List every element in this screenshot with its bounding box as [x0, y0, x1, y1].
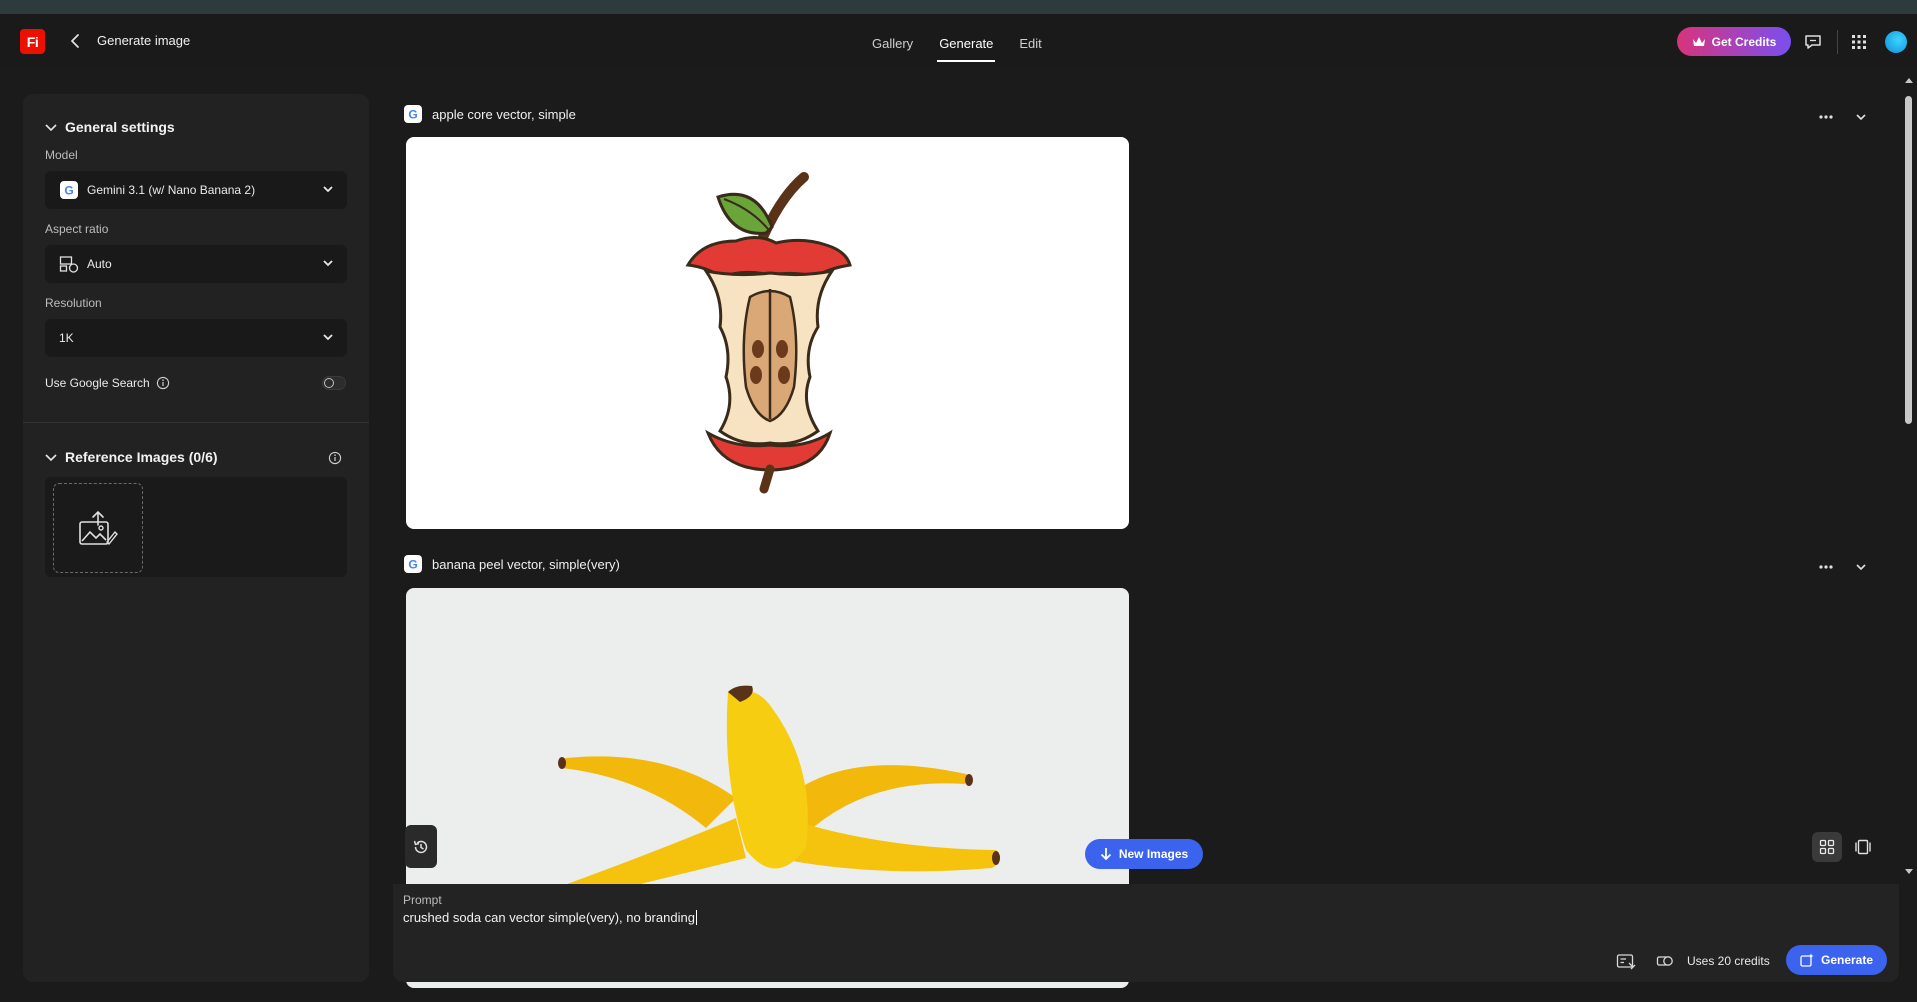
- chevron-down-icon: [45, 124, 57, 132]
- generate-button[interactable]: Generate: [1786, 945, 1887, 975]
- main-tabs: Gallery Generate Edit: [870, 14, 1044, 68]
- scroll-down-arrow-icon[interactable]: [1904, 868, 1914, 876]
- tab-gallery[interactable]: Gallery: [870, 14, 915, 68]
- aspect-ratio-value: Auto: [87, 257, 112, 271]
- reference-images-title: Reference Images (0/6): [65, 449, 218, 465]
- grid-view-icon: [1819, 839, 1835, 855]
- result-prompt: banana peel vector, simple(very): [432, 556, 620, 572]
- resolution-label: Resolution: [45, 296, 102, 310]
- get-credits-button[interactable]: Get Credits: [1677, 27, 1791, 56]
- reference-images-header[interactable]: Reference Images (0/6): [45, 449, 218, 465]
- history-button[interactable]: [405, 825, 437, 868]
- more-options-icon[interactable]: [1818, 564, 1834, 570]
- model-label: Model: [45, 148, 78, 162]
- aspect-ratio-label: Aspect ratio: [45, 222, 109, 236]
- results-scrollbar[interactable]: [1902, 72, 1915, 884]
- app-header: Fi Generate image Gallery Generate Edit …: [0, 14, 1917, 68]
- prompt-suggestions-icon[interactable]: [1616, 953, 1636, 971]
- single-view-icon[interactable]: [1854, 838, 1872, 856]
- generate-sparkle-icon: [1800, 953, 1814, 967]
- generated-image-apple-core[interactable]: [406, 137, 1129, 529]
- back-chevron-icon[interactable]: [68, 30, 84, 52]
- svg-text:G: G: [408, 558, 417, 572]
- get-credits-label: Get Credits: [1711, 34, 1777, 49]
- chevron-down-icon[interactable]: [1854, 560, 1868, 574]
- window-top-strip: [0, 0, 1917, 14]
- section-divider: [23, 422, 369, 423]
- google-search-label: Use Google Search: [45, 376, 150, 390]
- google-icon: G: [404, 555, 422, 573]
- settings-panel: General settings Model G Gemini 3.1 (w/ …: [23, 94, 369, 982]
- firefly-logo[interactable]: Fi: [20, 29, 45, 54]
- crown-icon: [1692, 36, 1705, 46]
- google-icon: G: [59, 180, 79, 200]
- result-header: G apple core vector, simple: [404, 105, 576, 123]
- new-images-label: New Images: [1118, 847, 1189, 861]
- apps-grid-icon[interactable]: [1849, 32, 1869, 52]
- google-search-row: Use Google Search: [45, 376, 170, 390]
- chevron-down-icon: [323, 186, 333, 193]
- upload-image-icon: [79, 510, 118, 546]
- user-avatar[interactable]: [1885, 31, 1907, 53]
- header-divider: [1837, 30, 1838, 54]
- grid-view-button[interactable]: [1812, 832, 1842, 862]
- tab-edit[interactable]: Edit: [1017, 14, 1043, 68]
- google-icon: G: [404, 105, 422, 123]
- scroll-up-arrow-icon[interactable]: [1904, 76, 1914, 84]
- prompt-input[interactable]: crushed soda can vector simple(very), no…: [403, 910, 697, 925]
- resolution-select[interactable]: 1K: [45, 319, 347, 357]
- general-settings-header[interactable]: General settings: [45, 119, 175, 135]
- results-area: G apple core vector, simple G banana pee…: [393, 94, 1899, 988]
- apple-core-illustration: [685, 172, 852, 494]
- result-prompt: apple core vector, simple: [432, 106, 576, 122]
- model-value: Gemini 3.1 (w/ Nano Banana 2): [87, 183, 256, 197]
- scrollbar-thumb[interactable]: [1905, 96, 1912, 424]
- chevron-down-icon: [323, 334, 333, 341]
- more-options-icon[interactable]: [1818, 114, 1834, 120]
- reference-images-area: [45, 477, 347, 577]
- credits-coin-icon: [1656, 956, 1673, 966]
- svg-text:G: G: [408, 108, 417, 122]
- new-images-button[interactable]: New Images: [1085, 839, 1203, 869]
- credits-usage: Uses 20 credits: [1687, 954, 1770, 968]
- chevron-down-icon: [45, 454, 57, 462]
- svg-text:G: G: [64, 184, 73, 198]
- result-header: G banana peel vector, simple(very): [404, 555, 620, 573]
- google-search-toggle[interactable]: [322, 376, 346, 390]
- chevron-down-icon[interactable]: [1854, 110, 1868, 124]
- history-icon: [413, 840, 428, 853]
- prompt-bar: Prompt crushed soda can vector simple(ve…: [393, 884, 1899, 982]
- page-title: Generate image: [97, 33, 191, 48]
- upload-reference-button[interactable]: [53, 483, 143, 573]
- info-icon[interactable]: [156, 376, 170, 390]
- tab-generate[interactable]: Generate: [937, 14, 996, 68]
- model-select[interactable]: G Gemini 3.1 (w/ Nano Banana 2): [45, 171, 347, 209]
- feedback-chat-icon[interactable]: [1803, 32, 1823, 52]
- aspect-ratio-select[interactable]: Auto: [45, 245, 347, 283]
- arrow-down-icon: [1100, 848, 1111, 861]
- info-icon[interactable]: [328, 451, 342, 465]
- prompt-label: Prompt: [403, 893, 442, 907]
- general-settings-title: General settings: [65, 119, 175, 135]
- resolution-value: 1K: [59, 331, 74, 345]
- chevron-down-icon: [323, 260, 333, 267]
- aspect-ratio-icon: [59, 254, 79, 274]
- generate-label: Generate: [1820, 953, 1874, 967]
